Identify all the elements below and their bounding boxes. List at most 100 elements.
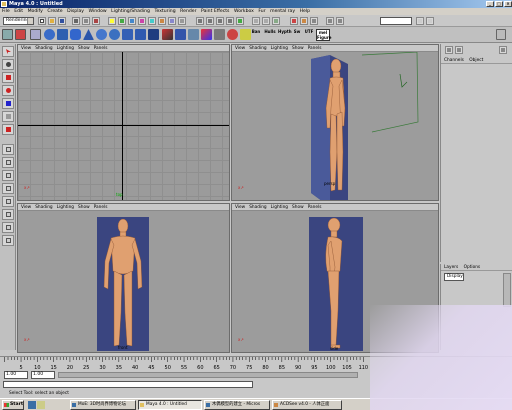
select-tool[interactable] xyxy=(2,46,14,57)
lighting-menu[interactable]: Lighting xyxy=(57,45,74,51)
range-start-field[interactable]: 1.00 xyxy=(4,371,28,379)
show-menu[interactable]: Show xyxy=(78,204,90,210)
show-attribute-editor-button[interactable] xyxy=(416,17,424,25)
layout-persp-outliner-button[interactable] xyxy=(2,183,14,194)
manipulator-tool[interactable] xyxy=(2,111,14,122)
layout-two-button[interactable] xyxy=(2,170,14,181)
menu-edit[interactable]: Edit xyxy=(14,8,23,15)
shelf-cone-icon[interactable] xyxy=(83,29,94,40)
select-hierarchy-button[interactable] xyxy=(72,17,80,25)
layout-single-button[interactable] xyxy=(2,144,14,155)
shelf-hypth-button[interactable]: Hypth xyxy=(278,29,292,34)
view-menu[interactable]: View xyxy=(21,45,31,51)
panels-menu[interactable]: Panels xyxy=(94,204,108,210)
viewport-top[interactable]: View Shading Lighting Show Panels x↗ top xyxy=(17,44,230,201)
rotate-tool[interactable] xyxy=(2,85,14,96)
mask-dynamics-button[interactable] xyxy=(158,17,166,25)
move-tool[interactable] xyxy=(2,72,14,83)
shelf-poly-cube-icon[interactable] xyxy=(122,29,133,40)
menu-window[interactable]: Window xyxy=(89,8,107,15)
mel-command-field[interactable] xyxy=(3,381,253,388)
shelf-sphere-icon[interactable] xyxy=(44,29,55,40)
menu-lighting-shading[interactable]: Lighting/Shading xyxy=(111,8,150,15)
viewport-persp[interactable]: View Shading Lighting Show Panels persp … xyxy=(231,44,439,201)
shelf-lattice-icon[interactable] xyxy=(214,29,225,40)
shelf-utf-button[interactable]: UTF xyxy=(304,29,314,34)
construction-history-button[interactable] xyxy=(272,17,280,25)
start-button[interactable]: Start xyxy=(2,400,24,410)
object-menu[interactable]: Object xyxy=(469,58,483,63)
open-scene-button[interactable] xyxy=(48,17,56,25)
viewport-side[interactable]: View Shading Lighting Show Panels side x… xyxy=(231,203,439,353)
quicklaunch-ie-icon[interactable] xyxy=(28,401,36,409)
viewport-front-canvas[interactable]: front x↗ xyxy=(18,211,229,352)
mask-joints-button[interactable] xyxy=(118,17,126,25)
ipr-render-button[interactable] xyxy=(300,17,308,25)
menu-display[interactable]: Display xyxy=(67,8,84,15)
shelf-poly-cylinder-icon[interactable] xyxy=(135,29,146,40)
channels-menu[interactable]: Channels xyxy=(444,58,464,63)
show-tool-settings-button[interactable] xyxy=(426,17,434,25)
layout-four-button[interactable] xyxy=(2,157,14,168)
range-end-field[interactable]: 1.00 xyxy=(31,371,55,379)
viewport-top-canvas[interactable]: x↗ top xyxy=(18,52,229,200)
taskbar-item-word[interactable]: 木偶模型的建立 - Micros xyxy=(204,400,270,410)
time-slider[interactable]: 5 10 15 20 25 30 35 40 45 50 55 60 65 70 75 80 85 90 95 100… xyxy=(0,356,512,371)
layers-menu[interactable]: Layers xyxy=(444,265,458,270)
menu-mental-ray[interactable]: mental ray xyxy=(270,8,295,15)
menu-render[interactable]: Render xyxy=(180,8,196,15)
shelf-poly-cone-icon[interactable] xyxy=(148,29,159,40)
shelf-joint-icon[interactable] xyxy=(162,29,173,40)
layer-editor-toggle-icon[interactable] xyxy=(455,46,463,54)
viewport-front[interactable]: View Shading Lighting Show Panels front xyxy=(17,203,230,353)
mask-surfaces-button[interactable] xyxy=(138,17,146,25)
new-scene-button[interactable] xyxy=(38,17,46,25)
mask-handles-button[interactable] xyxy=(108,17,116,25)
menu-paint-effects[interactable]: Paint Effects xyxy=(201,8,229,15)
panels-menu[interactable]: Panels xyxy=(308,204,322,210)
layer-type-select[interactable]: Display xyxy=(444,273,464,281)
show-menu[interactable]: Show xyxy=(78,45,90,51)
lasso-tool[interactable] xyxy=(2,59,14,70)
menu-create[interactable]: Create xyxy=(47,8,62,15)
shelf-mel-figure-button[interactable]: mel Figure xyxy=(316,29,332,41)
select-object-button[interactable] xyxy=(82,17,90,25)
taskbar-item-maya[interactable]: Maya 4.0 : Untitled xyxy=(138,400,202,410)
menu-set-select[interactable]: Rendering xyxy=(3,17,34,25)
menu-file[interactable]: File xyxy=(2,8,10,15)
shelf-pencil-curve-icon[interactable] xyxy=(30,29,41,40)
shading-menu[interactable]: Shading xyxy=(35,45,52,51)
panels-menu[interactable]: Panels xyxy=(308,45,322,51)
shelf-point-light-icon[interactable] xyxy=(227,29,238,40)
viewport-persp-canvas[interactable]: persp x↗ xyxy=(232,52,438,200)
layout-persp-graph-button[interactable] xyxy=(2,196,14,207)
last-tool[interactable] xyxy=(2,124,14,135)
save-scene-button[interactable] xyxy=(58,17,66,25)
close-button[interactable]: × xyxy=(504,1,512,7)
shelf-hulls-button[interactable]: Hulls xyxy=(264,29,276,34)
shelf-ik-icon[interactable] xyxy=(175,29,186,40)
scale-tool[interactable] xyxy=(2,98,14,109)
mask-deformers-button[interactable] xyxy=(148,17,156,25)
quick-input-field[interactable] xyxy=(380,17,412,25)
taskbar-item-forum[interactable]: MoE: 3D时尚界博物论坛 xyxy=(70,400,136,410)
shading-menu[interactable]: Shading xyxy=(249,45,266,51)
lighting-menu[interactable]: Lighting xyxy=(271,204,288,210)
channel-box-options-icon[interactable] xyxy=(499,46,507,54)
view-menu[interactable]: View xyxy=(235,45,245,51)
show-menu[interactable]: Show xyxy=(292,204,304,210)
layout-outliner-button[interactable] xyxy=(2,235,14,246)
show-menu[interactable]: Show xyxy=(292,45,304,51)
mask-curves-button[interactable] xyxy=(128,17,136,25)
layer-scrollbar[interactable] xyxy=(503,273,511,307)
minimize-button[interactable]: _ xyxy=(486,1,494,7)
taskbar-item-acdsee[interactable]: ACDSee v4.0 - 人体正面 xyxy=(272,400,342,410)
mask-rendering-button[interactable] xyxy=(168,17,176,25)
render-current-frame-button[interactable] xyxy=(290,17,298,25)
range-slider-bar[interactable] xyxy=(58,372,358,378)
view-menu[interactable]: View xyxy=(235,204,245,210)
options-menu[interactable]: Options xyxy=(464,265,481,270)
history-outputs-button[interactable] xyxy=(262,17,270,25)
view-menu[interactable]: View xyxy=(21,204,31,210)
mask-misc-button[interactable] xyxy=(178,17,186,25)
